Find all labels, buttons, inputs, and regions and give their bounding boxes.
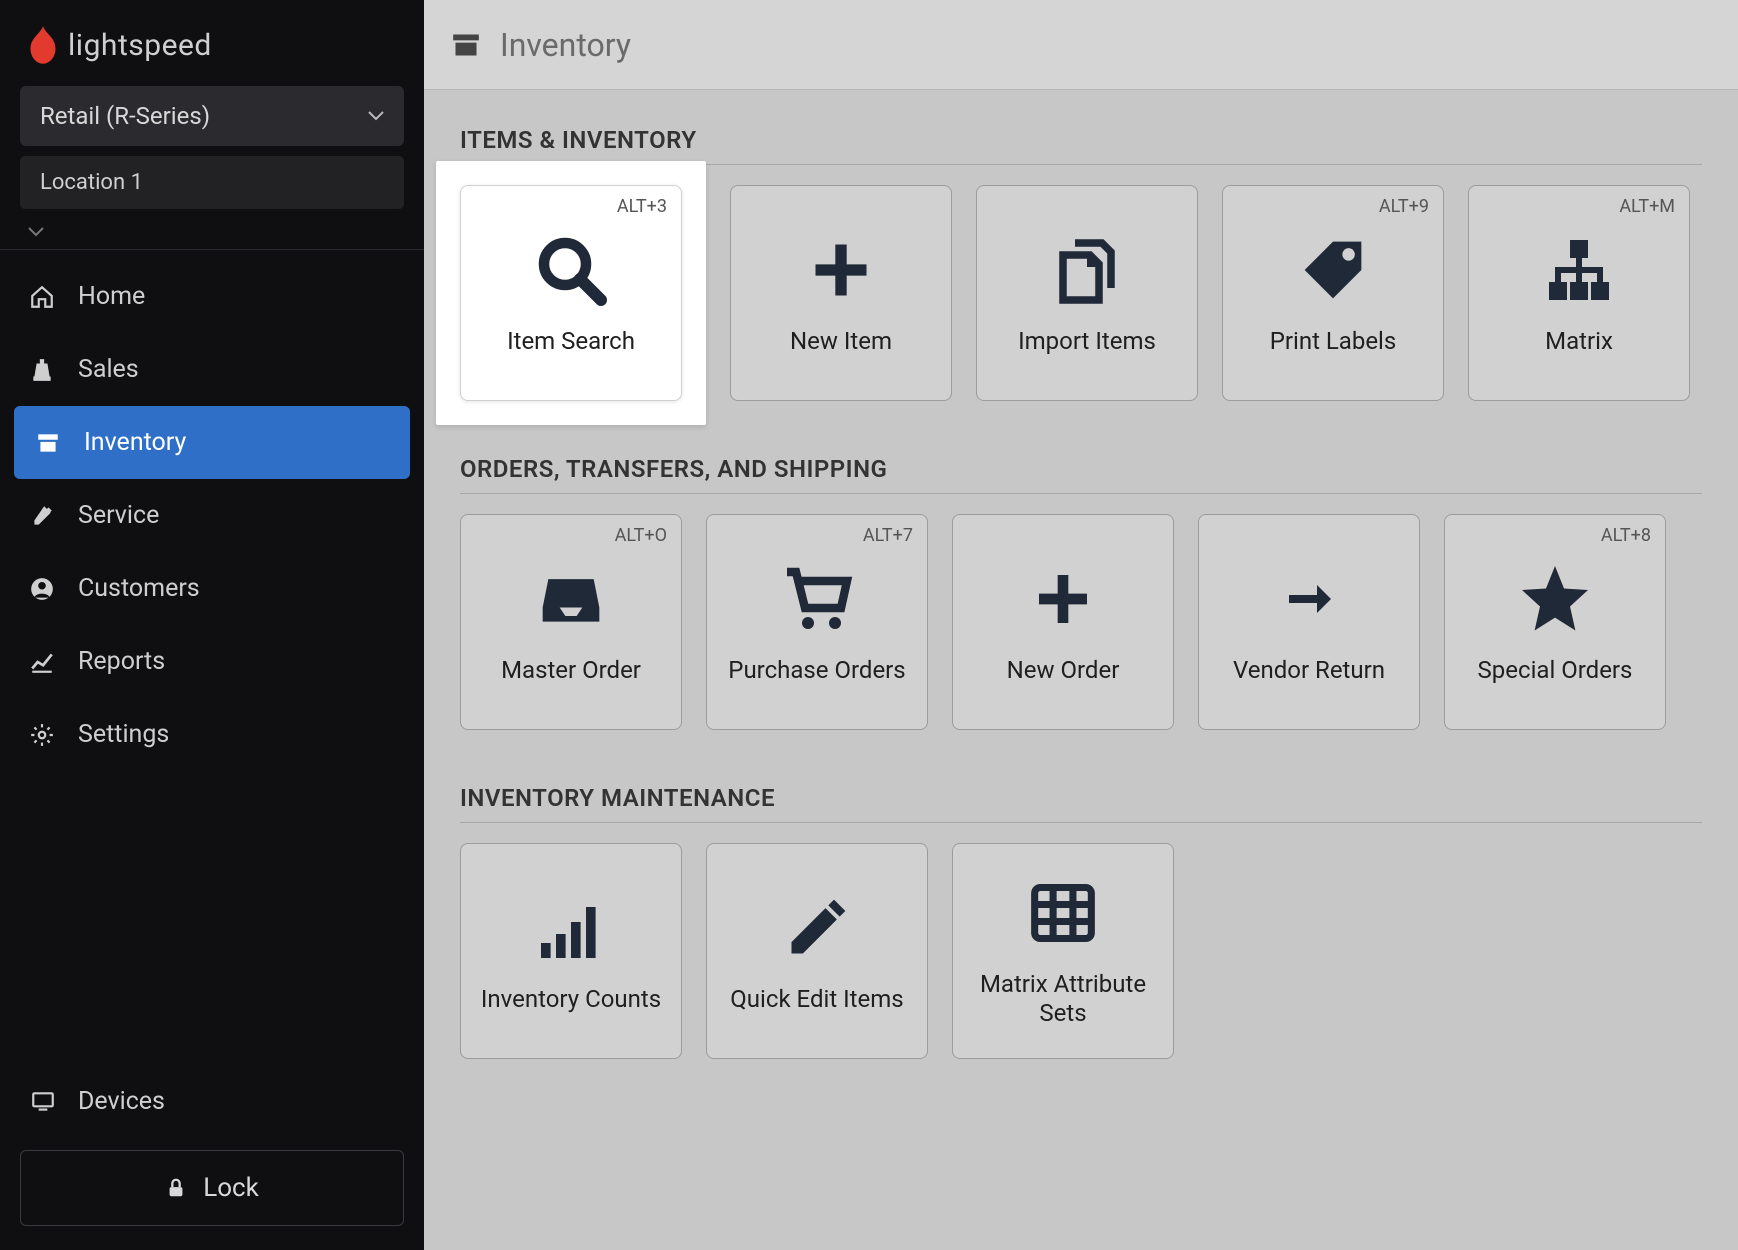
hierarchy-icon <box>1540 231 1618 309</box>
tile-highlight: ALT+3 Item Search <box>436 161 706 425</box>
nav-item-home[interactable]: Home <box>0 260 424 333</box>
tile-label: Item Search <box>497 327 645 356</box>
tile-print-labels[interactable]: ALT+9 Print Labels <box>1222 185 1444 401</box>
brand-name: lightspeed <box>68 28 212 63</box>
tile-new-order[interactable]: New Order <box>952 514 1174 730</box>
nav-label: Customers <box>78 574 200 603</box>
nav-label: Home <box>78 282 145 311</box>
tile-inventory-counts[interactable]: Inventory Counts <box>460 843 682 1059</box>
tile-shortcut: ALT+M <box>1619 196 1675 217</box>
nav-label: Settings <box>78 720 169 749</box>
sidebar-nav: Home Sales Inventory Service <box>0 250 424 771</box>
nav-label: Inventory <box>84 428 186 457</box>
tile-label: Import Items <box>1008 327 1166 356</box>
tile-special-orders[interactable]: ALT+8 Special Orders <box>1444 514 1666 730</box>
location-label: Location 1 <box>40 170 143 195</box>
pencil-icon <box>778 889 856 967</box>
arrow-right-icon <box>1270 560 1348 638</box>
tile-row-items: ALT+3 Item Search New Item <box>460 185 1702 401</box>
inbox-icon <box>532 560 610 638</box>
tile-label: Print Labels <box>1260 327 1407 356</box>
plus-icon <box>1024 560 1102 638</box>
series-selector[interactable]: Retail (R-Series) <box>20 86 404 146</box>
tile-label: Matrix <box>1535 327 1623 356</box>
section-title-items: ITEMS & INVENTORY <box>460 126 1702 154</box>
page-title: Inventory <box>500 26 631 64</box>
page-header: Inventory <box>424 0 1738 90</box>
archive-icon <box>452 33 480 57</box>
nav-label: Sales <box>78 355 139 384</box>
nav-label: Reports <box>78 647 165 676</box>
tile-row-maintenance: Inventory Counts Quick Edit Items Matrix… <box>460 843 1702 1059</box>
series-label: Retail (R-Series) <box>40 102 210 130</box>
grid-icon <box>1024 874 1102 952</box>
section-title-orders: ORDERS, TRANSFERS, AND SHIPPING <box>460 455 1702 483</box>
tile-shortcut: ALT+8 <box>1601 525 1651 546</box>
nav-item-service[interactable]: Service <box>0 479 424 552</box>
nav-item-sales[interactable]: Sales <box>0 333 424 406</box>
location-selector[interactable]: Location 1 <box>20 156 404 209</box>
tile-shortcut: ALT+O <box>615 525 667 546</box>
nav-label: Service <box>78 501 159 530</box>
lock-button[interactable]: Lock <box>20 1150 404 1226</box>
nav-item-devices[interactable]: Devices <box>20 1067 404 1136</box>
tile-label: Matrix Attribute Sets <box>953 970 1173 1028</box>
main-content: Inventory ITEMS & INVENTORY ALT+3 Item S… <box>424 0 1738 1250</box>
tile-label: Special Orders <box>1468 656 1643 685</box>
copy-icon <box>1048 231 1126 309</box>
lock-label: Lock <box>203 1173 259 1203</box>
tile-row-orders: ALT+O Master Order ALT+7 Purchase Orders <box>460 514 1702 730</box>
flame-icon <box>28 26 58 64</box>
cart-icon <box>778 560 856 638</box>
tile-master-order[interactable]: ALT+O Master Order <box>460 514 682 730</box>
tile-label: Inventory Counts <box>471 985 671 1014</box>
hammer-icon <box>28 502 56 530</box>
user-icon <box>28 575 56 603</box>
search-icon <box>532 231 610 309</box>
tile-purchase-orders[interactable]: ALT+7 Purchase Orders <box>706 514 928 730</box>
register-icon <box>28 356 56 384</box>
section-title-maintenance: INVENTORY MAINTENANCE <box>460 784 1702 812</box>
tile-shortcut: ALT+7 <box>863 525 913 546</box>
nav-item-reports[interactable]: Reports <box>0 625 424 698</box>
tile-matrix-sets[interactable]: Matrix Attribute Sets <box>952 843 1174 1059</box>
tile-label: Purchase Orders <box>718 656 915 685</box>
sidebar: lightspeed Retail (R-Series) Location 1 … <box>0 0 424 1250</box>
tag-icon <box>1294 231 1372 309</box>
nav-item-settings[interactable]: Settings <box>0 698 424 771</box>
tile-shortcut: ALT+3 <box>617 196 667 217</box>
barchart-icon <box>532 889 610 967</box>
tile-label: Master Order <box>491 656 651 685</box>
collapse-toggle[interactable] <box>0 209 424 249</box>
star-icon <box>1516 560 1594 638</box>
tile-label: Quick Edit Items <box>720 985 913 1014</box>
chevron-down-icon <box>368 111 384 121</box>
gear-icon <box>28 721 56 749</box>
lock-icon <box>165 1177 187 1199</box>
monitor-icon <box>30 1089 56 1115</box>
brand-logo: lightspeed <box>0 0 424 86</box>
tile-matrix[interactable]: ALT+M Matrix <box>1468 185 1690 401</box>
devices-label: Devices <box>78 1087 165 1116</box>
tile-vendor-return[interactable]: Vendor Return <box>1198 514 1420 730</box>
tile-label: New Item <box>780 327 902 356</box>
tile-import-items[interactable]: Import Items <box>976 185 1198 401</box>
archive-icon <box>34 429 62 457</box>
nav-item-inventory[interactable]: Inventory <box>14 406 410 479</box>
home-icon <box>28 283 56 311</box>
plus-icon <box>802 231 880 309</box>
chart-icon <box>28 648 56 676</box>
tile-quick-edit[interactable]: Quick Edit Items <box>706 843 928 1059</box>
tile-new-item[interactable]: New Item <box>730 185 952 401</box>
tile-item-search[interactable]: ALT+3 Item Search <box>460 185 682 401</box>
tile-label: Vendor Return <box>1223 656 1395 685</box>
tile-label: New Order <box>997 656 1130 685</box>
tile-shortcut: ALT+9 <box>1379 196 1429 217</box>
nav-item-customers[interactable]: Customers <box>0 552 424 625</box>
